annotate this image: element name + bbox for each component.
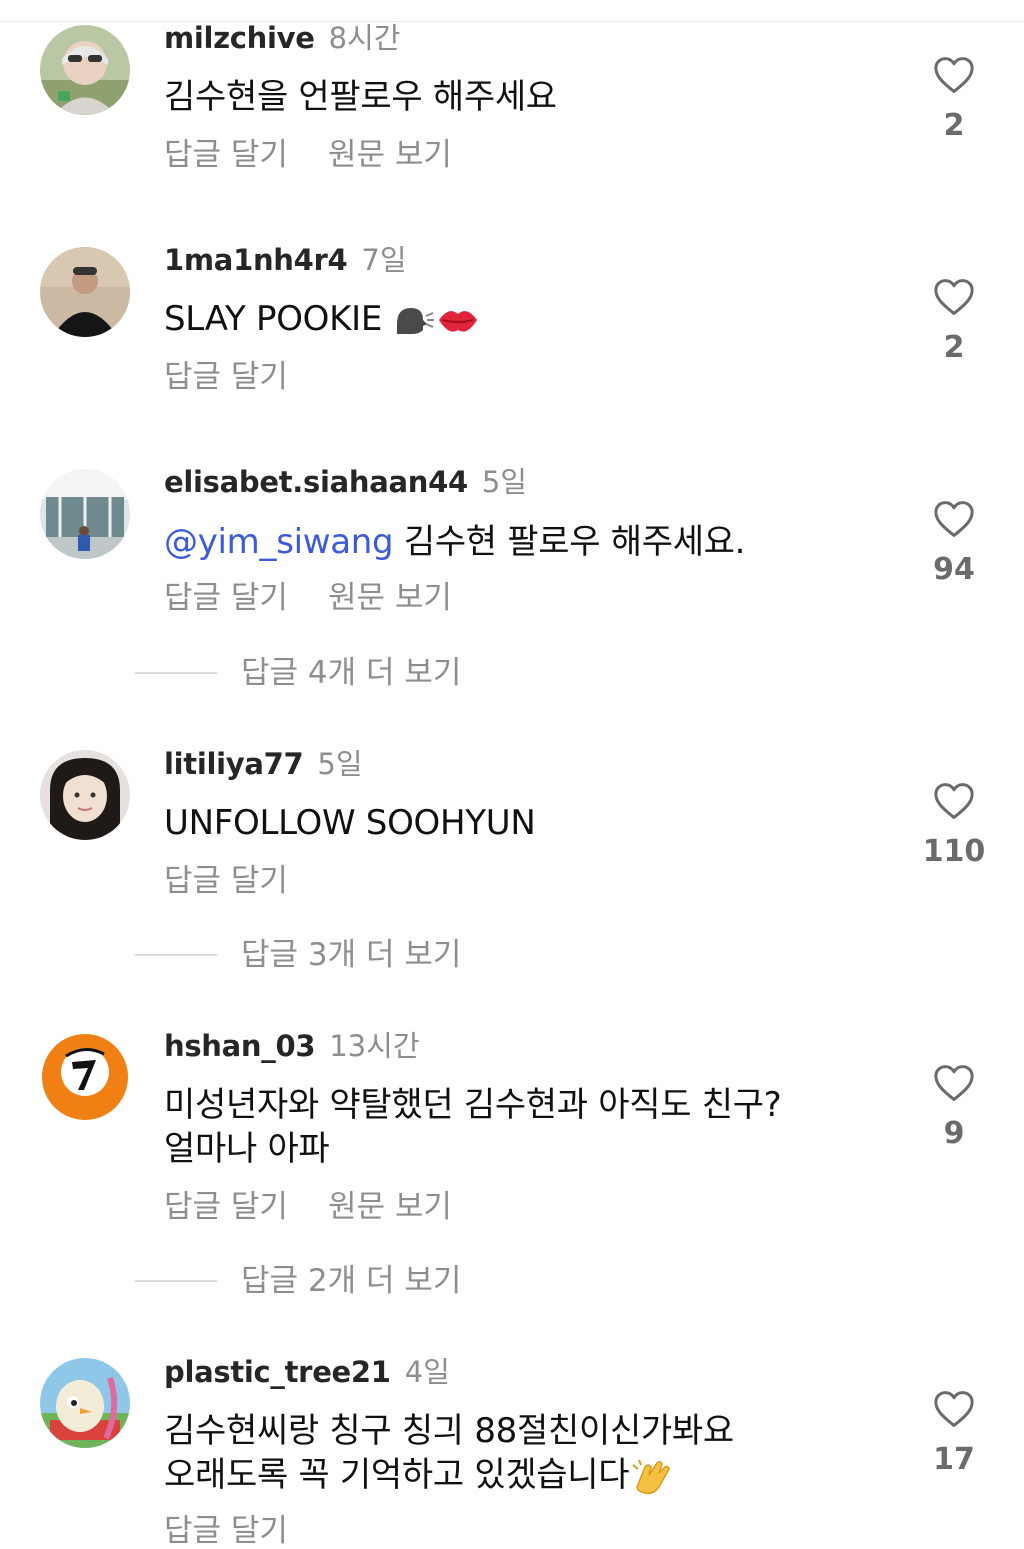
comment-text: 미성년자와 약탈했던 김수현과 아직도 친구? 얼마나 아파 [164, 1083, 782, 1171]
view-more-replies[interactable]: 답글 4개 더 보기 [0, 655, 1024, 691]
view-more-replies-label[interactable]: 답글 4개 더 보기 [241, 655, 461, 691]
like-button[interactable]: 9 [920, 1064, 988, 1152]
see-original-button[interactable]: 원문 보기 [328, 137, 452, 173]
comment-actions: 답글 달기 원문 보기 [164, 137, 452, 173]
timestamp: 5일 [481, 465, 527, 499]
like-count: 9 [943, 1116, 965, 1151]
see-original-button[interactable]: 원문 보기 [328, 1189, 452, 1225]
like-count: 94 [933, 552, 975, 587]
heart-outline-icon [934, 501, 974, 537]
like-button[interactable]: 94 [920, 500, 988, 588]
reply-button[interactable]: 답글 달기 [164, 1189, 288, 1225]
comment-meta: hshan_03 13시간 [164, 1028, 420, 1064]
comment-text-line: 얼마나 아파 [164, 1129, 330, 1169]
avatar[interactable] [40, 25, 130, 115]
timestamp: 13시간 [329, 1029, 420, 1063]
like-count: 110 [922, 834, 986, 869]
replies-divider [135, 954, 217, 956]
view-more-replies[interactable]: 답글 2개 더 보기 [0, 1263, 1024, 1299]
heart-outline-icon [934, 57, 974, 93]
view-more-replies[interactable]: 답글 3개 더 보기 [0, 937, 1024, 973]
comment-actions: 답글 달기 원문 보기 [164, 1189, 452, 1225]
comment-meta: litiliya77 5일 [164, 746, 363, 782]
like-count: 17 [933, 1442, 975, 1477]
like-count: 2 [943, 108, 965, 143]
comment-text: 김수현을 언팔로우 해주세요 [164, 77, 557, 117]
replies-divider [135, 672, 217, 674]
comment-actions: 답글 달기 [164, 863, 288, 899]
top-divider [0, 21, 1024, 22]
reply-button[interactable]: 답글 달기 [164, 137, 288, 173]
timestamp: 7일 [361, 243, 407, 277]
comment-text: SLAY POOKIE [164, 297, 481, 341]
like-button[interactable]: 110 [920, 782, 988, 870]
speaking-head-icon [396, 307, 434, 334]
comment-text: 김수현씨랑 칭구 칭긔 88절친이신가봐요 오래도록 꼭 기억하고 있겠습니다 [164, 1409, 734, 1497]
avatar[interactable] [40, 1032, 130, 1122]
heart-outline-icon [934, 783, 974, 819]
username[interactable]: milzchive [164, 21, 315, 55]
like-button[interactable]: 2 [920, 56, 988, 144]
reply-button[interactable]: 답글 달기 [164, 359, 288, 395]
heart-outline-icon [934, 279, 974, 315]
reply-button[interactable]: 답글 달기 [164, 580, 288, 616]
heart-outline-icon [934, 1391, 974, 1427]
reply-button[interactable]: 답글 달기 [164, 863, 288, 899]
username[interactable]: elisabet.siahaan44 [164, 465, 468, 499]
comment-text-line: 미성년자와 약탈했던 김수현과 아직도 친구? [164, 1085, 782, 1125]
username[interactable]: plastic_tree21 [164, 1355, 391, 1389]
comment-meta: 1ma1nh4r4 7일 [164, 242, 407, 278]
comment-actions: 답글 달기 원문 보기 [164, 580, 452, 616]
view-more-replies-label[interactable]: 답글 2개 더 보기 [241, 1263, 461, 1299]
comment-meta: milzchive 8시간 [164, 20, 400, 56]
username[interactable]: 1ma1nh4r4 [164, 243, 348, 277]
comment-meta: plastic_tree21 4일 [164, 1354, 450, 1390]
replies-divider [135, 1280, 217, 1282]
comment-meta: elisabet.siahaan44 5일 [164, 464, 527, 500]
comment-text: @yim_siwang 김수현 팔로우 해주세요. [164, 522, 746, 562]
view-more-replies-label[interactable]: 답글 3개 더 보기 [241, 937, 461, 973]
timestamp: 4일 [404, 1355, 450, 1389]
avatar[interactable] [40, 469, 130, 559]
heart-outline-icon [934, 1065, 974, 1101]
comment-actions: 답글 달기 [164, 359, 288, 395]
kiss-mark-icon [438, 310, 477, 332]
comment-text-line: 오래도록 꼭 기억하고 있겠습니다 [164, 1453, 734, 1497]
like-count: 2 [943, 330, 965, 365]
timestamp: 8시간 [328, 21, 401, 55]
see-original-button[interactable]: 원문 보기 [328, 580, 452, 616]
like-button[interactable]: 2 [920, 278, 988, 366]
comment-text-line: 김수현씨랑 칭구 칭긔 88절친이신가봐요 [164, 1411, 734, 1451]
username[interactable]: litiliya77 [164, 747, 304, 781]
like-button[interactable]: 17 [920, 1390, 988, 1478]
clapping-hands-icon [632, 1459, 671, 1494]
reply-button[interactable]: 답글 달기 [164, 1513, 288, 1549]
avatar[interactable] [40, 247, 130, 337]
avatar[interactable] [40, 750, 130, 840]
timestamp: 5일 [317, 747, 363, 781]
comment-actions: 답글 달기 [164, 1513, 288, 1549]
mention-link[interactable]: @yim_siwang [164, 522, 394, 562]
avatar[interactable] [40, 1358, 130, 1448]
username[interactable]: hshan_03 [164, 1029, 316, 1063]
comment-text: UNFOLLOW SOOHYUN [164, 803, 536, 843]
